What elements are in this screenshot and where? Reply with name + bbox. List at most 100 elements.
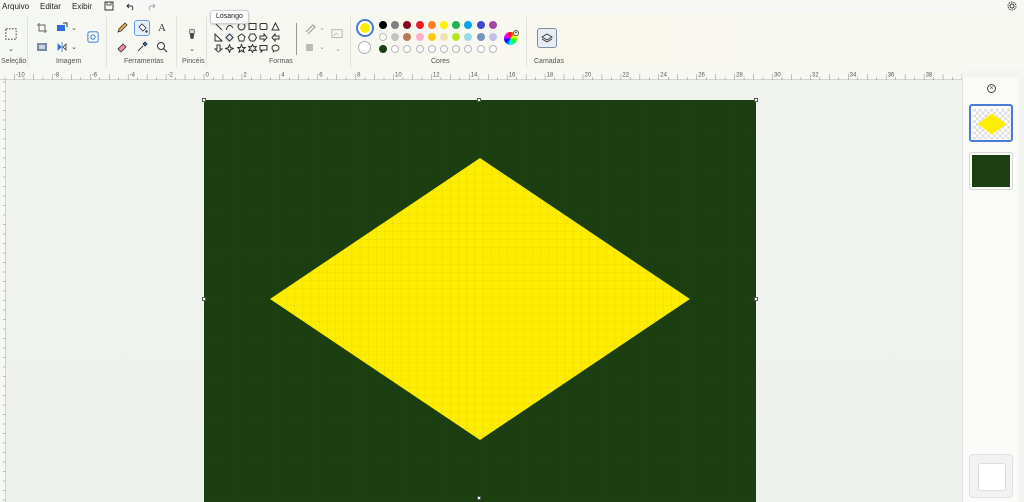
palette-swatch[interactable] <box>427 21 436 29</box>
ruler-label: -10 <box>16 73 25 79</box>
left-arrow-shape-icon[interactable] <box>270 33 280 42</box>
palette-swatch[interactable] <box>379 21 387 29</box>
fill-bucket-icon[interactable] <box>134 20 150 36</box>
right-arrow-shape-icon[interactable] <box>259 33 268 42</box>
resize-dropdown-chevron-icon[interactable]: ⌄ <box>68 22 80 34</box>
hexagon-shape-icon[interactable] <box>247 33 257 42</box>
save-icon[interactable] <box>104 1 114 11</box>
drawing-canvas[interactable] <box>204 100 756 502</box>
palette-swatch-empty[interactable] <box>427 45 436 53</box>
palette-swatch[interactable] <box>403 33 412 41</box>
triangle-shape-icon[interactable] <box>270 22 280 31</box>
palette-swatch[interactable] <box>391 33 400 41</box>
crop-icon[interactable] <box>36 22 48 34</box>
pentagon-shape-icon[interactable] <box>237 33 246 42</box>
palette-swatch[interactable] <box>391 21 400 29</box>
right-triangle-shape-icon[interactable] <box>214 33 223 42</box>
undo-icon[interactable] <box>126 1 136 11</box>
canvas-resize-handle[interactable] <box>754 98 758 102</box>
layers-icon[interactable] <box>537 28 557 48</box>
palette-swatch[interactable] <box>440 21 448 29</box>
palette-swatch[interactable] <box>415 33 424 41</box>
palette-swatch[interactable] <box>403 21 412 29</box>
palette-swatch-empty[interactable] <box>452 45 461 53</box>
palette-swatch[interactable] <box>379 45 387 53</box>
close-panel-icon[interactable]: × <box>987 84 996 93</box>
palette-swatch[interactable] <box>379 33 387 41</box>
pencil-icon[interactable] <box>116 22 128 34</box>
fill-dropdown-chevron-icon[interactable]: ⌄ <box>316 41 328 53</box>
canvas-artwork <box>204 100 756 502</box>
canvas-resize-handle[interactable] <box>477 496 481 500</box>
canvas-resize-handle[interactable] <box>477 98 481 102</box>
layer-thumbnail-diamond[interactable] <box>969 104 1013 142</box>
selection-rectangle-icon[interactable] <box>4 27 18 41</box>
palette-swatch-empty[interactable] <box>440 45 448 53</box>
palette-swatch[interactable] <box>488 33 497 41</box>
image-select-icon[interactable] <box>36 41 48 53</box>
palette-swatch[interactable] <box>476 33 485 41</box>
flip-dropdown-chevron-icon[interactable]: ⌄ <box>68 41 80 53</box>
menu-exibir[interactable]: Exibir <box>72 2 92 11</box>
shape-size-icon[interactable] <box>330 27 344 41</box>
palette-swatch-empty[interactable] <box>476 45 485 53</box>
text-tool-icon[interactable]: A <box>156 22 168 34</box>
palette-swatch[interactable] <box>476 21 485 29</box>
outline-dropdown-chevron-icon[interactable]: ⌄ <box>316 22 328 34</box>
palette-swatch[interactable] <box>440 33 448 41</box>
redo-icon[interactable] <box>146 1 156 11</box>
image-creator-icon[interactable] <box>86 30 100 44</box>
add-layer-button[interactable] <box>969 454 1013 498</box>
primary-color-ring[interactable] <box>356 19 374 37</box>
layers-panel: × <box>962 78 1018 502</box>
five-point-star-shape-icon[interactable] <box>236 44 246 53</box>
shapes-scrollbar[interactable] <box>296 23 297 55</box>
down-arrow-shape-icon[interactable] <box>214 44 223 53</box>
layer-background-preview <box>972 155 1010 187</box>
oval-callout-shape-icon[interactable] <box>271 44 280 53</box>
rounded-rectangle-shape-icon[interactable] <box>259 22 268 31</box>
edit-colors-icon[interactable]: + <box>504 30 519 45</box>
palette-swatch[interactable] <box>452 33 461 41</box>
color-picker-icon[interactable] <box>136 41 148 53</box>
palette-swatch-empty[interactable] <box>464 45 473 53</box>
magnifier-icon[interactable] <box>156 41 168 53</box>
palette-swatch[interactable] <box>488 21 497 29</box>
selection-dropdown-chevron-icon[interactable]: ⌄ <box>5 43 17 55</box>
shape-fill-icon[interactable] <box>304 41 316 53</box>
palette-swatch[interactable] <box>415 21 424 29</box>
layer-thumbnail-background[interactable] <box>969 152 1013 190</box>
primary-color-swatch[interactable] <box>360 23 370 33</box>
flip-icon[interactable] <box>56 41 68 53</box>
eraser-icon[interactable] <box>116 41 128 53</box>
group-divider <box>526 17 527 67</box>
ruler-label: 4 <box>281 73 285 79</box>
menu-editar[interactable]: Editar <box>40 2 61 11</box>
canvas-resize-handle[interactable] <box>754 297 758 301</box>
ruler-label: 16 <box>509 73 516 79</box>
palette-swatch-empty[interactable] <box>415 45 424 53</box>
size-dropdown-chevron-icon[interactable]: ⌄ <box>332 43 344 55</box>
shape-outline-icon[interactable] <box>304 22 316 34</box>
canvas-resize-handle[interactable] <box>202 297 206 301</box>
palette-swatch-empty[interactable] <box>403 45 412 53</box>
palette-swatch-empty[interactable] <box>391 45 400 53</box>
palette-swatch[interactable] <box>427 33 436 41</box>
six-point-star-shape-icon[interactable] <box>247 44 257 53</box>
menu-arquivo[interactable]: Arquivo <box>2 2 29 11</box>
palette-swatch[interactable] <box>464 33 473 41</box>
brush-icon[interactable] <box>186 27 198 43</box>
resize-icon[interactable] <box>56 22 68 34</box>
ruler-label: 26 <box>698 73 705 79</box>
secondary-color-swatch[interactable] <box>358 41 371 54</box>
rectangle-shape-icon[interactable] <box>248 22 257 31</box>
palette-swatch[interactable] <box>464 21 473 29</box>
palette-swatch[interactable] <box>452 21 461 29</box>
speech-bubble-shape-icon[interactable] <box>259 44 268 53</box>
brush-dropdown-chevron-icon[interactable]: ⌄ <box>186 43 198 55</box>
diamond-shape-icon[interactable] <box>225 33 235 42</box>
settings-gear-icon[interactable] <box>1007 1 1017 11</box>
palette-swatch-empty[interactable] <box>488 45 497 53</box>
four-point-star-shape-icon[interactable] <box>225 44 235 53</box>
canvas-resize-handle[interactable] <box>202 98 206 102</box>
